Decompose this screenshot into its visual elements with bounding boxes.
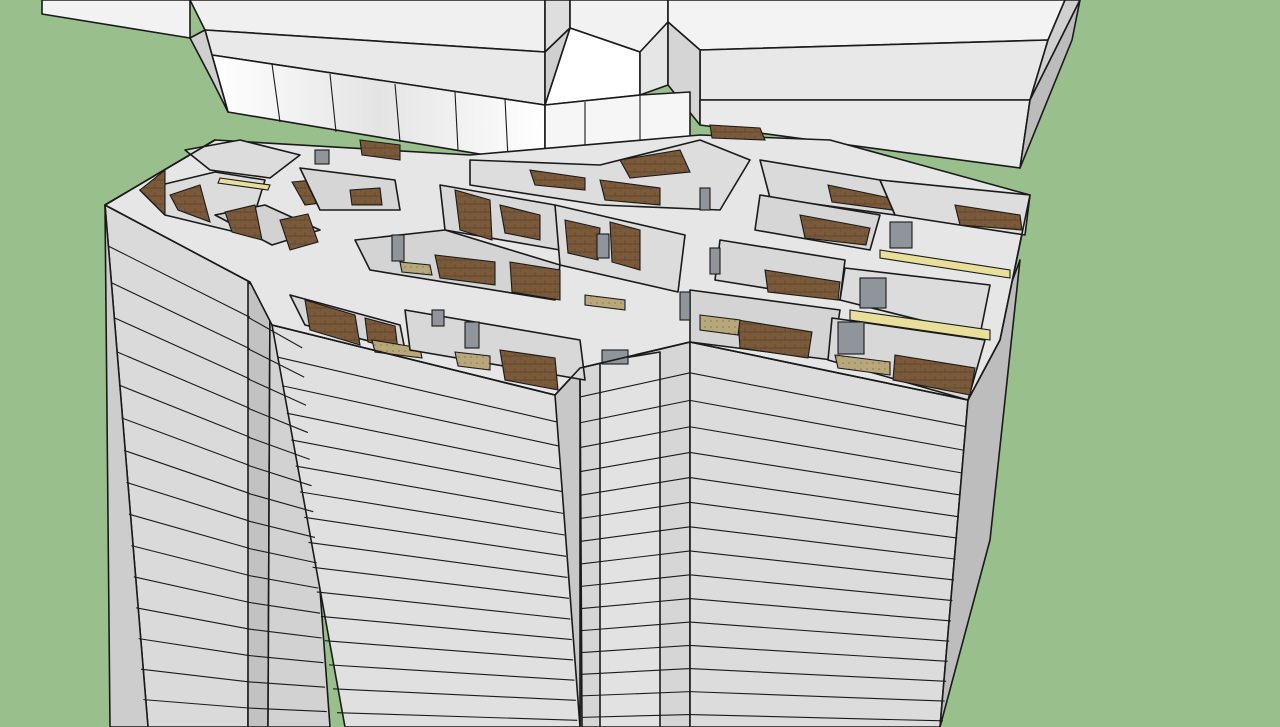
3d-model-viewport[interactable] [0, 0, 1280, 727]
building-model [0, 0, 1280, 727]
